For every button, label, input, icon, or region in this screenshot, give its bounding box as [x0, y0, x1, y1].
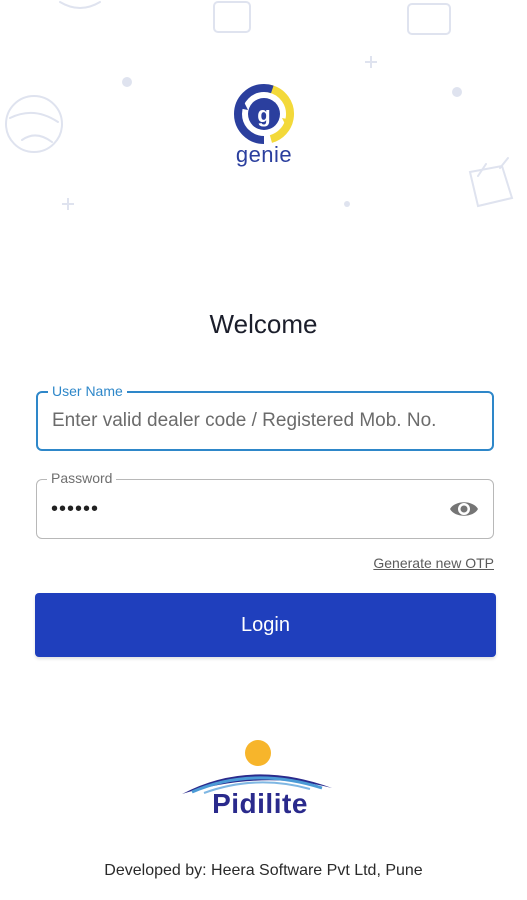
login-button[interactable]: Login	[35, 593, 496, 657]
pidilite-wordmark: Pidilite	[212, 788, 308, 819]
bag-doodle-icon	[213, 1, 251, 33]
login-button-label: Login	[241, 613, 290, 636]
genie-logo: g genie	[228, 82, 300, 172]
logo-text: genie	[235, 142, 293, 167]
generate-otp-link[interactable]: Generate new OTP	[373, 555, 494, 571]
password-input[interactable]: ••••••	[51, 498, 99, 521]
svg-text:g: g	[257, 102, 270, 127]
wallet-doodle-icon	[407, 3, 451, 35]
gift-doodle-icon	[468, 164, 514, 208]
username-field[interactable]: User Name	[36, 383, 494, 451]
genie-logo-mark: g	[234, 83, 294, 144]
eye-icon[interactable]	[449, 498, 479, 520]
pidilite-logo: Pidilite	[180, 738, 340, 824]
password-label: Password	[47, 470, 117, 486]
welcome-heading: Welcome	[209, 309, 318, 339]
password-field[interactable]: Password ••••••	[36, 470, 494, 539]
username-input[interactable]	[52, 393, 482, 449]
globe-doodle-icon	[5, 95, 63, 153]
footer-credit: Developed by: Heera Software Pvt Ltd, Pu…	[104, 862, 423, 879]
